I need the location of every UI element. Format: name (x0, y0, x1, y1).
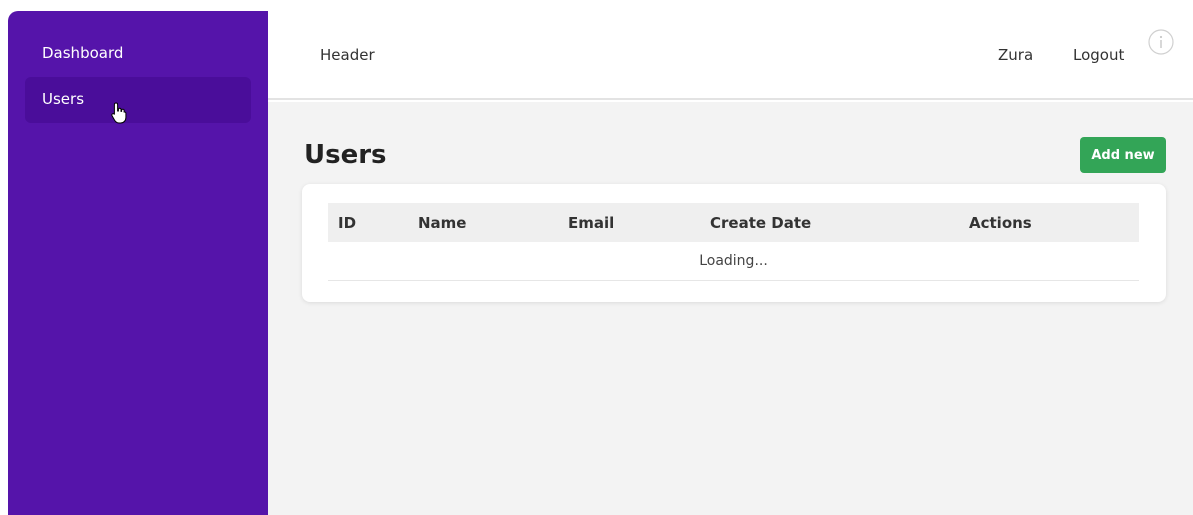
page-title: Users (304, 140, 387, 170)
table-header-row: ID Name Email Create Date Actions (328, 203, 1139, 242)
hand-cursor-icon (111, 102, 127, 124)
sidebar-item-dashboard[interactable]: Dashboard (25, 31, 251, 77)
header-username: Zura (998, 46, 1034, 64)
column-header-actions: Actions (969, 213, 1032, 232)
logout-link[interactable]: Logout (1073, 46, 1124, 64)
header: Header Zura Logout (268, 0, 1193, 100)
column-header-create-date: Create Date (710, 213, 812, 232)
column-header-id: ID (338, 213, 357, 232)
app-root: Dashboard Users Header Zura Logout Users… (0, 0, 1193, 515)
info-icon[interactable] (1148, 29, 1174, 55)
sidebar: Dashboard Users (8, 11, 268, 515)
main-content: Users Add new ID Name Email Create Date (268, 102, 1193, 515)
column-header-email: Email (568, 213, 615, 232)
users-table: ID Name Email Create Date Actions Loadin… (328, 203, 1139, 281)
sidebar-item-users[interactable]: Users (25, 77, 251, 123)
users-card: ID Name Email Create Date Actions Loadin… (302, 184, 1166, 302)
add-new-button[interactable]: Add new (1080, 137, 1166, 173)
table-row: Loading... (328, 242, 1139, 281)
header-title: Header (320, 46, 375, 64)
loading-text: Loading... (328, 242, 1139, 281)
column-header-name: Name (418, 213, 467, 232)
